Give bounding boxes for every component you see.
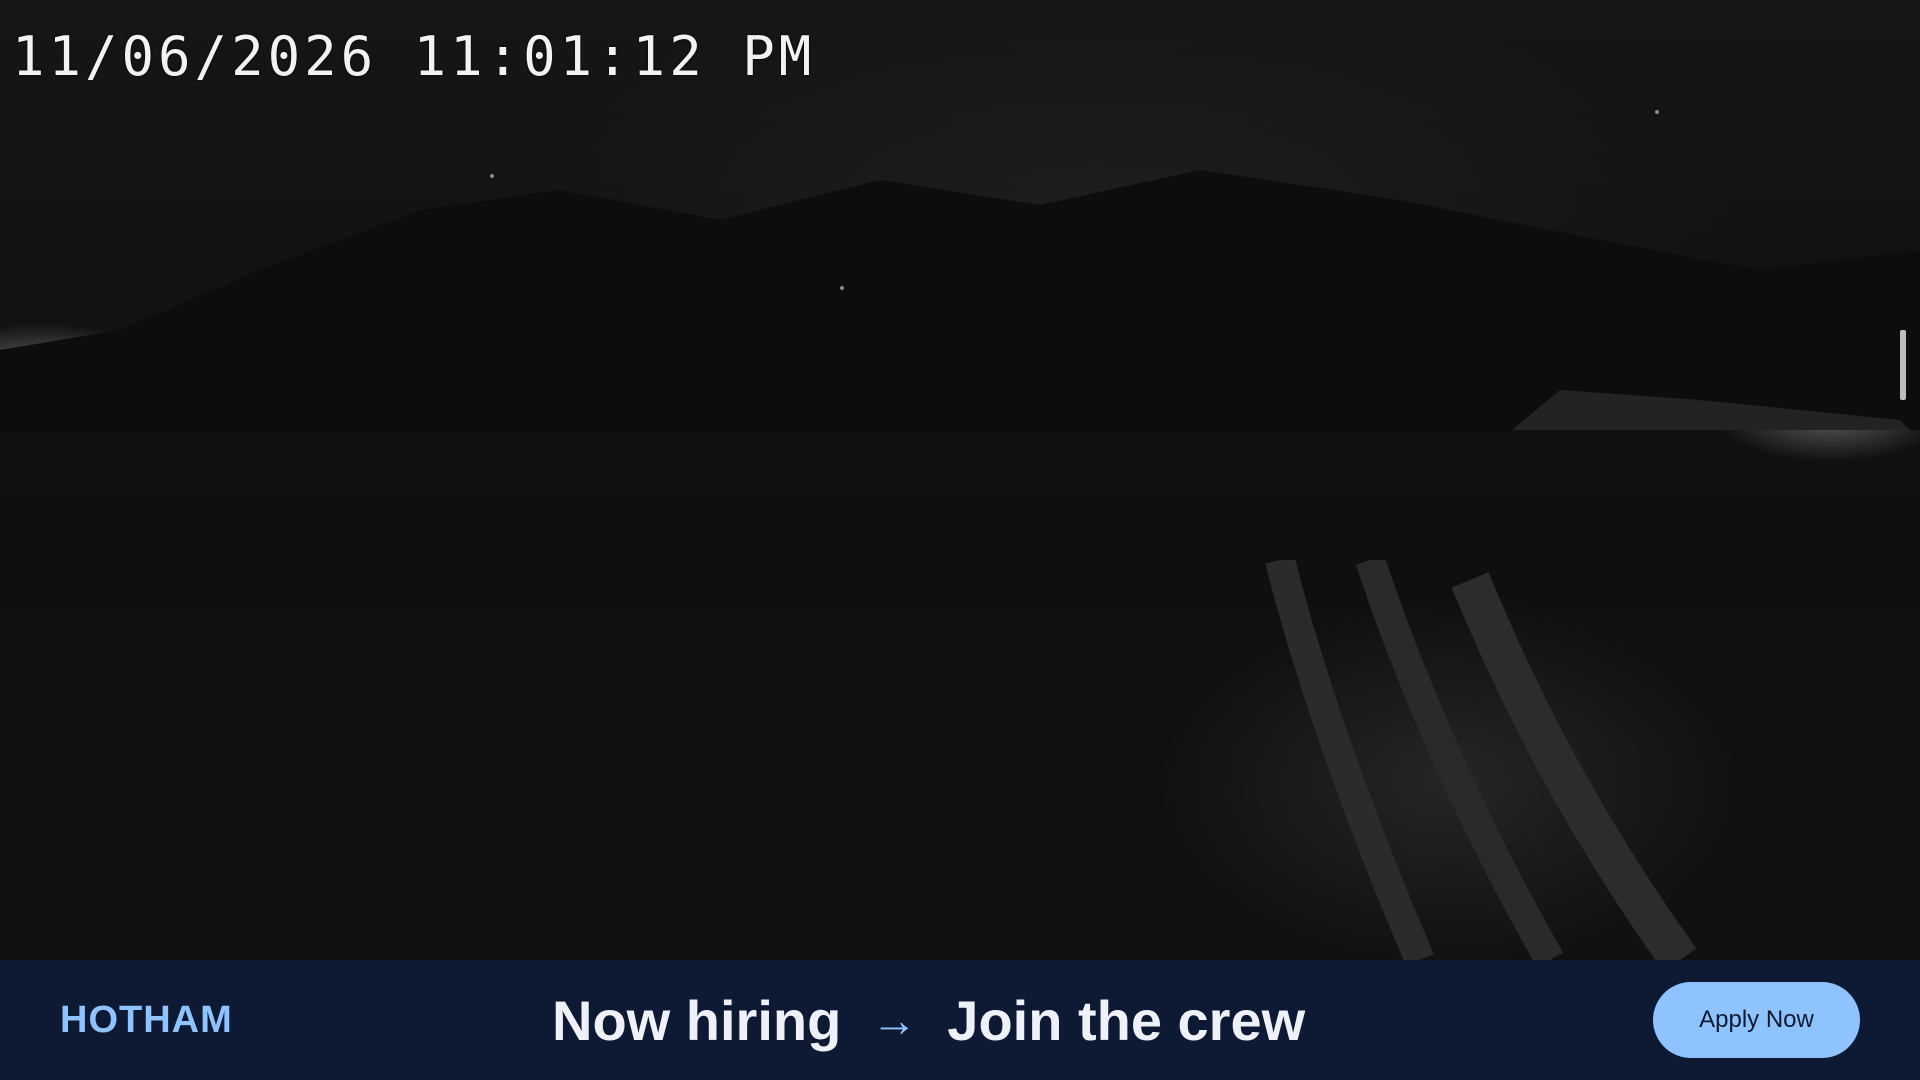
banner-headline: Now hiring → Join the crew	[552, 988, 1305, 1052]
light-speck	[840, 286, 844, 290]
webcam-image: 11/06/2026 11:01:12 PM	[0, 0, 1920, 960]
headline-join-crew: Join the crew	[947, 988, 1306, 1052]
light-speck	[1655, 110, 1659, 114]
headline-now-hiring: Now hiring	[552, 988, 842, 1052]
hotham-logo[interactable]: HOTHAM	[60, 999, 233, 1041]
apply-now-button[interactable]: Apply Now	[1653, 982, 1860, 1058]
building-light	[1900, 330, 1906, 400]
light-speck	[490, 174, 494, 178]
hiring-banner[interactable]: HOTHAM Now hiring → Join the crew Apply …	[0, 960, 1920, 1080]
ski-tracks	[1265, 560, 1697, 960]
mountain-silhouette	[0, 170, 1920, 430]
arrow-right-icon: →	[871, 994, 918, 1046]
camera-timestamp: 11/06/2026 11:01:12 PM	[12, 25, 816, 88]
